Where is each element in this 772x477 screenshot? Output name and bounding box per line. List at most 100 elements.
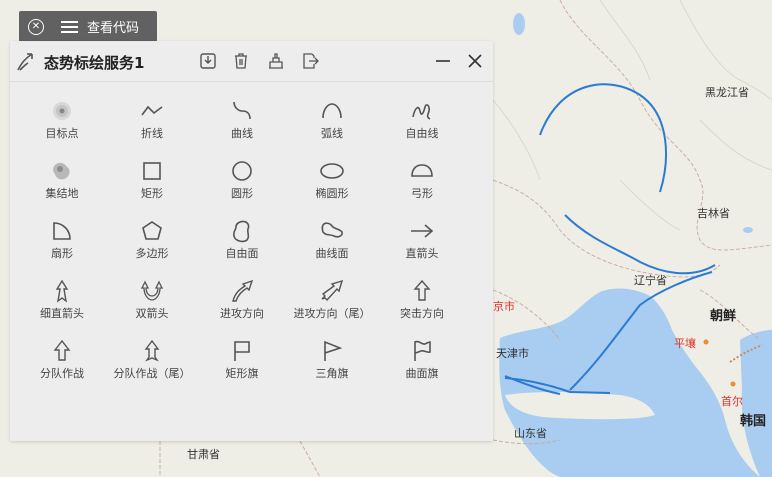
tool-label: 折线 — [141, 127, 163, 140]
map-label-jilin: 吉林省 — [697, 207, 730, 220]
tool-label: 双箭头 — [135, 307, 169, 320]
tool-ellipse[interactable]: 椭圆形 — [287, 147, 377, 203]
panel-title: 态势标绘服务1 — [44, 54, 145, 72]
map-label-south-korea: 韩国 — [740, 414, 767, 429]
tool-label: 弧线 — [321, 127, 343, 140]
map-label-beijing: 京市 — [493, 300, 515, 313]
plotting-panel: 态势标绘服务1 目标点 折线 曲线 弧线 自由线 集结地 矩形 圆形 椭圆形 弓… — [10, 41, 493, 441]
seoul-dot — [730, 381, 736, 387]
straight-arrow-icon — [411, 224, 434, 238]
tool-label: 三角旗 — [315, 367, 349, 380]
rectangle-icon — [143, 162, 161, 180]
import-icon[interactable] — [198, 51, 218, 71]
tool-bow-shape[interactable]: 弓形 — [377, 147, 467, 203]
assault-direction-icon — [413, 279, 431, 301]
tool-label: 进攻方向（尾） — [293, 307, 371, 320]
curved-flag-icon — [414, 340, 431, 361]
curve-icon — [233, 101, 251, 120]
tool-sector[interactable]: 扇形 — [17, 207, 107, 263]
map-label-pyongyang: 平壤 — [674, 337, 696, 350]
tool-rectangle[interactable]: 矩形 — [107, 147, 197, 203]
tool-triangle-flag[interactable]: 三角旗 — [287, 327, 377, 383]
map-label-tianjin: 天津市 — [496, 347, 529, 360]
pyongyang-dot — [703, 339, 709, 345]
tool-label: 矩形 — [141, 187, 163, 200]
map-label-liaoning: 辽宁省 — [634, 274, 667, 287]
map-label-gansu: 甘肃省 — [187, 448, 220, 461]
tool-label: 曲线 — [231, 127, 253, 140]
sector-icon — [53, 222, 71, 240]
tool-polyline[interactable]: 折线 — [107, 87, 197, 143]
tool-label: 突击方向 — [400, 307, 444, 320]
map-label-heilongjiang: 黑龙江省 — [705, 86, 749, 99]
view-code-label: 查看代码 — [87, 21, 140, 36]
tool-curve[interactable]: 曲线 — [197, 87, 287, 143]
squad-combat-icon — [53, 339, 71, 361]
tool-curved-flag[interactable]: 曲面旗 — [377, 327, 467, 383]
tool-assault-direction[interactable]: 突击方向 — [377, 267, 467, 323]
map-label-shandong: 山东省 — [514, 427, 547, 440]
arc-icon — [322, 103, 342, 119]
attack-direction-icon — [232, 279, 254, 302]
delete-icon[interactable] — [231, 51, 251, 71]
tool-label: 进攻方向 — [220, 307, 264, 320]
attack-direction-tail-icon — [321, 279, 344, 302]
target-point-icon — [53, 102, 71, 120]
map-label-seoul: 首尔 — [721, 395, 743, 408]
tool-label: 曲线面 — [315, 247, 349, 260]
tool-curve-area[interactable]: 曲线面 — [287, 207, 377, 263]
thin-straight-arrow-icon — [55, 279, 69, 303]
tool-label: 圆形 — [231, 187, 253, 200]
panel-header: 态势标绘服务1 — [10, 41, 493, 82]
triangle-flag-icon — [324, 340, 343, 361]
tool-label: 集结地 — [45, 187, 79, 200]
assembly-area-icon — [53, 162, 70, 180]
tool-target-point[interactable]: 目标点 — [17, 87, 107, 143]
bow-shape-icon — [411, 164, 433, 177]
ellipse-icon — [320, 163, 344, 179]
export-icon[interactable] — [300, 51, 320, 71]
polyline-icon — [141, 105, 163, 116]
tool-rectangle-flag[interactable]: 矩形旗 — [197, 327, 287, 383]
close-circle-icon[interactable]: ✕ — [28, 18, 44, 35]
tool-label: 曲面旗 — [405, 367, 439, 380]
tool-attack-direction[interactable]: 进攻方向 — [197, 267, 287, 323]
tool-label: 弓形 — [411, 187, 433, 200]
tool-label: 细直箭头 — [40, 307, 84, 320]
plot-logo-icon — [17, 53, 33, 71]
tool-double-arrow[interactable]: 双箭头 — [107, 267, 197, 323]
close-icon[interactable] — [465, 51, 485, 71]
tool-label: 目标点 — [45, 127, 79, 140]
tool-label: 自由面 — [225, 247, 259, 260]
tool-label: 分队作战（尾） — [113, 367, 191, 380]
polygon-icon — [142, 221, 162, 240]
tool-label: 分队作战 — [40, 367, 84, 380]
minimize-icon[interactable] — [433, 51, 453, 71]
tool-freehand-line[interactable]: 自由线 — [377, 87, 467, 143]
tool-thin-straight-arrow[interactable]: 细直箭头 — [17, 267, 107, 323]
squad-combat-tail-icon — [144, 339, 160, 362]
tool-straight-arrow[interactable]: 直箭头 — [377, 207, 467, 263]
tool-polygon[interactable]: 多边形 — [107, 207, 197, 263]
tool-label: 椭圆形 — [315, 187, 349, 200]
rectangle-flag-icon — [234, 341, 250, 361]
freehand-area-icon — [233, 220, 250, 243]
tool-circle[interactable]: 圆形 — [197, 147, 287, 203]
tool-label: 矩形旗 — [225, 367, 259, 380]
double-arrow-icon — [140, 280, 164, 301]
tool-squad-combat-tail[interactable]: 分队作战（尾） — [107, 327, 197, 383]
menu-icon — [61, 20, 78, 33]
tool-arc[interactable]: 弧线 — [287, 87, 377, 143]
tool-label: 多边形 — [135, 247, 169, 260]
tool-assembly-area[interactable]: 集结地 — [17, 147, 107, 203]
clear-icon[interactable] — [266, 51, 286, 71]
tool-squad-combat[interactable]: 分队作战 — [17, 327, 107, 383]
tool-freehand-area[interactable]: 自由面 — [197, 207, 287, 263]
tool-label: 自由线 — [405, 127, 439, 140]
view-code-button[interactable]: ✕ 查看代码 — [19, 11, 157, 42]
freehand-line-icon — [412, 104, 431, 120]
circle-icon — [232, 161, 252, 181]
tool-label: 直箭头 — [405, 247, 439, 260]
tool-attack-direction-tail[interactable]: 进攻方向（尾） — [287, 267, 377, 323]
curve-area-icon — [321, 222, 343, 238]
